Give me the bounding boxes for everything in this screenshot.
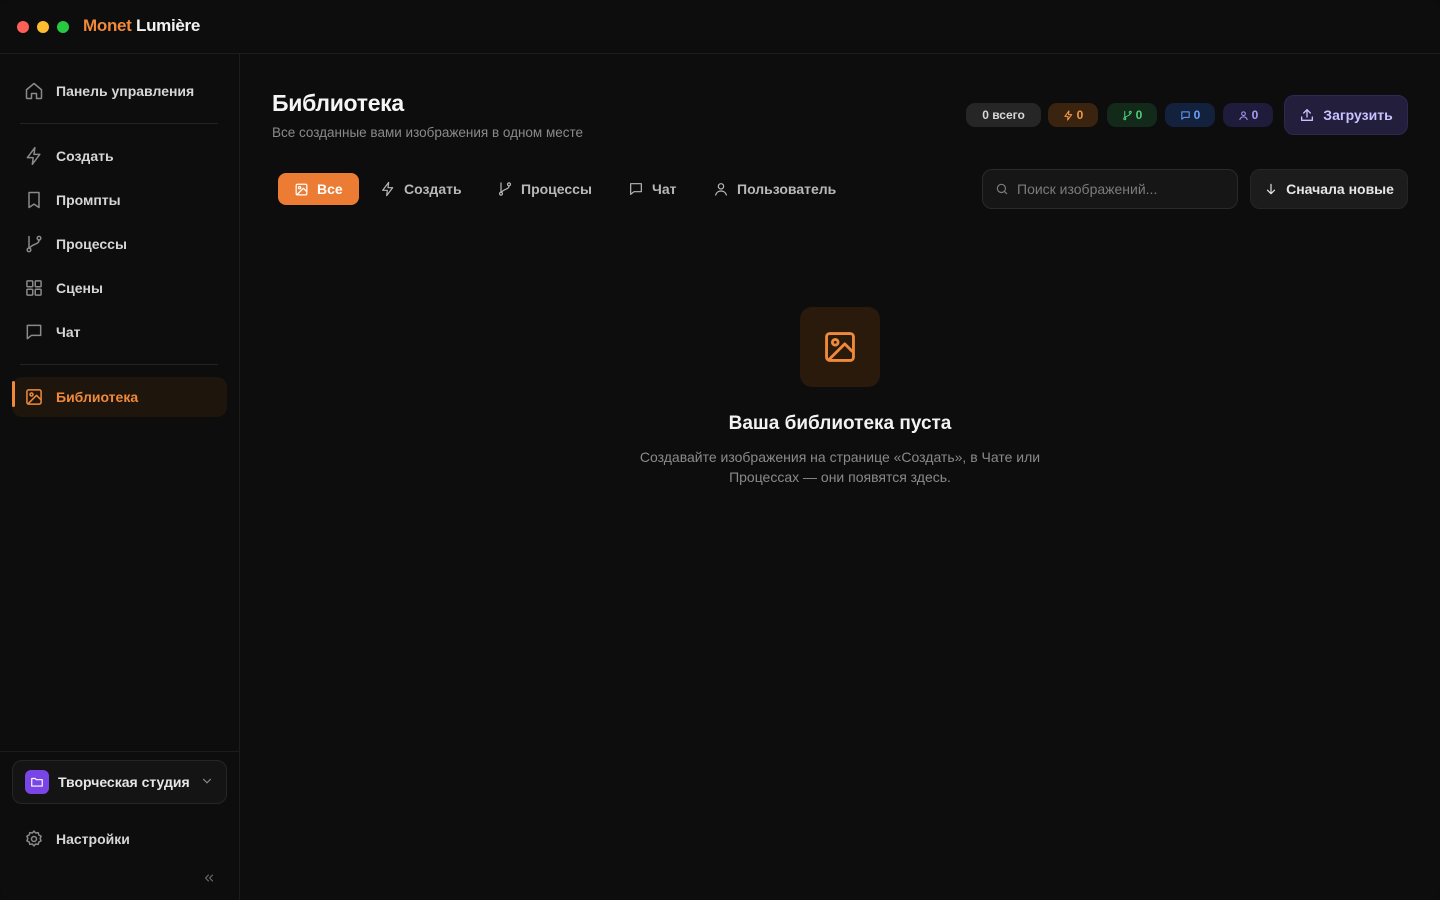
upload-button-label: Загрузить (1323, 107, 1393, 123)
git-branch-icon (24, 234, 44, 254)
sidebar-item-label: Промпты (56, 192, 121, 208)
empty-state-image-icon (800, 307, 880, 387)
bolt-icon (24, 146, 44, 166)
count-badge-chat: 0 (1165, 103, 1215, 127)
search-box (982, 169, 1238, 209)
sidebar-divider (20, 364, 218, 365)
tab-label: Пользователь (737, 181, 837, 197)
arrow-down-icon (1266, 183, 1276, 195)
sidebar-divider (20, 123, 218, 124)
sidebar: Панель управления Создать Промпты Процес… (0, 54, 240, 900)
sidebar-item-label: Сцены (56, 280, 103, 296)
title-bar: Monet Lumière (0, 0, 1440, 54)
count-badge-create: 0 (1048, 103, 1098, 127)
sidebar-item-label: Настройки (56, 831, 130, 847)
sort-button-label: Сначала новые (1286, 181, 1394, 197)
sidebar-item-create[interactable]: Создать (12, 136, 227, 176)
minimize-window-button[interactable] (37, 21, 49, 33)
home-icon (24, 81, 44, 101)
sidebar-item-prompts[interactable]: Промпты (12, 180, 227, 220)
brand-name-secondary: Lumière (135, 16, 201, 35)
tab-chat[interactable]: Чат (612, 173, 692, 205)
chat-icon (630, 183, 642, 195)
tab-user[interactable]: Пользователь (697, 173, 852, 205)
sidebar-item-label: Панель управления (56, 83, 195, 99)
close-window-button[interactable] (17, 21, 29, 33)
sidebar-item-label: Создать (56, 148, 114, 164)
git-branch-icon (1122, 110, 1132, 120)
chat-icon (1180, 110, 1190, 120)
active-indicator (12, 381, 15, 407)
page-subtitle: Все созданные вами изображения в одном м… (272, 125, 584, 140)
badge-value: 0 всего (982, 108, 1025, 122)
git-branch-icon (498, 182, 512, 196)
count-badge-user: 0 (1223, 103, 1273, 127)
brand-logo: Monet Lumière (83, 16, 200, 36)
sidebar-item-label: Процессы (56, 236, 127, 252)
sidebar-item-chat[interactable]: Чат (12, 312, 227, 352)
badge-value: 0 (1193, 108, 1201, 122)
sidebar-item-label: Библиотека (56, 389, 139, 405)
sidebar-item-library[interactable]: Библиотека (12, 377, 227, 417)
image-icon (295, 183, 308, 195)
sidebar-item-settings[interactable]: Настройки (12, 819, 227, 859)
app-window: Monet Lumière Панель управления Создать … (0, 0, 1440, 900)
page-title: Библиотека (272, 90, 404, 116)
chevron-down-icon (200, 774, 214, 793)
bolt-icon (1063, 109, 1072, 121)
count-badge-processes: 0 (1107, 103, 1157, 127)
collapse-sidebar-button[interactable] (199, 868, 219, 888)
chat-icon (24, 322, 44, 342)
chevrons-left-icon (204, 874, 214, 882)
search-input[interactable] (1017, 181, 1227, 197)
tab-all[interactable]: Все (278, 173, 359, 205)
tab-label: Чат (652, 181, 677, 197)
tab-label: Процессы (521, 181, 592, 197)
folder-icon (25, 770, 49, 794)
search-icon (996, 183, 1008, 195)
sidebar-bottom-divider (0, 751, 239, 752)
sidebar-item-scenes[interactable]: Сцены (12, 268, 227, 308)
sort-button[interactable]: Сначала новые (1250, 169, 1408, 209)
badge-value: 0 (1135, 108, 1143, 122)
main-content: Библиотека Все созданные вами изображени… (240, 54, 1440, 900)
sidebar-item-processes[interactable]: Процессы (12, 224, 227, 264)
tab-label: Все (317, 181, 343, 197)
upload-icon (1301, 109, 1314, 121)
zoom-window-button[interactable] (57, 21, 69, 33)
gear-icon (24, 829, 44, 849)
brand-name-primary: Monet (83, 16, 132, 35)
user-icon (1238, 110, 1248, 120)
badge-value: 0 (1251, 108, 1259, 122)
grid-icon (24, 278, 44, 298)
tab-label: Создать (404, 181, 462, 197)
empty-state-title: Ваша библиотека пуста (728, 413, 952, 434)
tab-create[interactable]: Создать (364, 173, 478, 205)
bolt-icon (382, 181, 394, 197)
upload-button[interactable]: Загрузить (1284, 95, 1408, 135)
tab-processes[interactable]: Процессы (481, 173, 608, 205)
empty-state-description: Создавайте изображения на странице «Созд… (639, 449, 1041, 485)
badge-value: 0 (1076, 108, 1084, 122)
sidebar-item-label: Чат (56, 324, 81, 340)
sidebar-item-dashboard[interactable]: Панель управления (12, 71, 227, 111)
bookmark-icon (24, 190, 44, 210)
workspace-switcher[interactable]: Творческая студия (12, 760, 227, 804)
workspace-name: Творческая студия (58, 774, 190, 790)
count-badge-all: 0 всего (966, 103, 1041, 127)
image-icon (24, 387, 44, 407)
user-icon (715, 183, 727, 196)
